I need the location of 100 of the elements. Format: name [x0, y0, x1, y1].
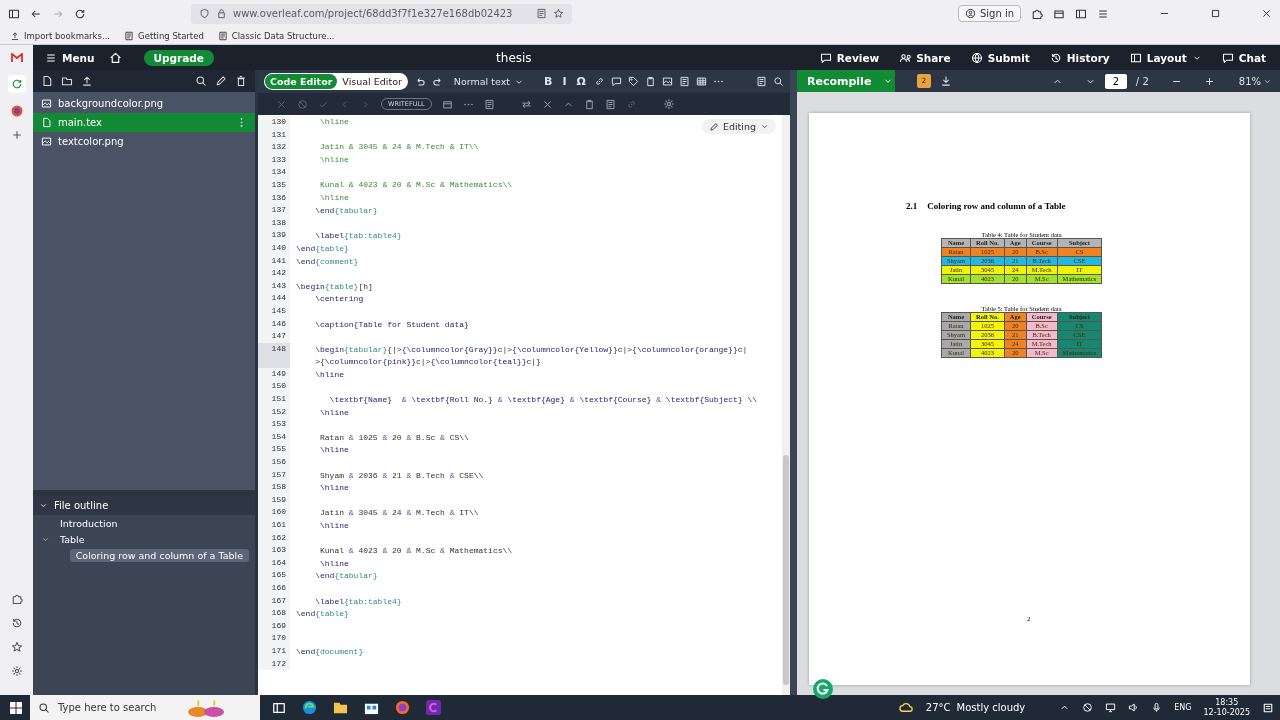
delete-icon[interactable]: [235, 75, 247, 87]
sidebar-icon[interactable]: [1075, 7, 1087, 20]
weather-text: Mostly cloudy: [956, 702, 1026, 713]
line-number: 153: [258, 418, 290, 431]
clock-time[interactable]: 18:35: [1215, 697, 1239, 708]
line-number: 142: [258, 267, 290, 280]
format-button[interactable]: Ω: [574, 75, 588, 88]
menu-icon[interactable]: [1097, 7, 1109, 20]
mail-icon[interactable]: [10, 53, 23, 63]
close-icon[interactable]: [1261, 8, 1272, 19]
bookmarks-icon[interactable]: [10, 641, 23, 653]
volume-icon[interactable]: [1128, 702, 1140, 713]
line-number: 137: [258, 204, 290, 217]
line-number: 144: [258, 292, 290, 305]
image-file-icon: [41, 136, 52, 147]
zoom-in-icon[interactable]: [1203, 75, 1215, 87]
zoom-dropdown[interactable]: 81%: [1238, 75, 1272, 87]
add-icon[interactable]: [10, 129, 23, 141]
line-number: 150: [258, 380, 290, 394]
task-view-icon[interactable]: [272, 700, 286, 715]
maximize-icon[interactable]: [1210, 8, 1221, 19]
outline-item[interactable]: Introduction: [54, 516, 124, 530]
upload-icon[interactable]: [81, 75, 93, 87]
menu-button[interactable]: Menu: [39, 51, 101, 64]
extensions-icon[interactable]: [1031, 7, 1043, 20]
download-icon[interactable]: [940, 75, 952, 87]
settings-icon[interactable]: [10, 665, 23, 677]
bookmark-star-icon[interactable]: [553, 8, 565, 19]
lamp-drawing: [186, 697, 226, 718]
file-tree-item[interactable]: backgroundcolor.png: [33, 94, 255, 113]
address-bar[interactable]: www.overleaf.com/project/68dd3f7f1e327e168db02423: [191, 3, 573, 24]
search-icon[interactable]: [773, 76, 784, 87]
header-action[interactable]: Layout: [1123, 51, 1208, 64]
extension-icon[interactable]: [10, 593, 23, 605]
home-icon[interactable]: [108, 51, 122, 64]
table-icon[interactable]: [695, 76, 707, 87]
swap-icon[interactable]: [520, 98, 532, 110]
text-style-dropdown[interactable]: Normal text: [453, 76, 524, 87]
new-folder-icon[interactable]: [61, 75, 73, 87]
sign-in-button[interactable]: Sign in: [957, 5, 1021, 22]
recorder-app-icon[interactable]: [426, 700, 441, 715]
code-line: Kunal & 4023 & 20 & M.Sc & Mathematics\\: [319, 178, 513, 191]
page-number-field[interactable]: 2: [1104, 73, 1127, 89]
outline-item[interactable]: Table: [54, 532, 91, 546]
format-button[interactable]: B: [542, 75, 555, 88]
search-input[interactable]: Type here to search: [58, 702, 178, 713]
image-icon[interactable]: [661, 76, 673, 87]
sidebar-toggle-icon[interactable]: [8, 7, 20, 20]
attachment-icon[interactable]: [644, 76, 656, 87]
search-icon[interactable]: [195, 75, 207, 87]
recompile-button[interactable]: Recompile: [797, 70, 895, 92]
taskbar-search-field[interactable]: Type here to search: [30, 695, 260, 720]
document-icon[interactable]: [483, 98, 495, 110]
scrollbar-thumb[interactable]: [783, 455, 789, 685]
network-icon[interactable]: [1105, 702, 1117, 713]
document-icon[interactable]: [678, 76, 690, 87]
tag-icon[interactable]: [627, 76, 639, 87]
editing-mode-dropdown[interactable]: Editing: [701, 119, 776, 134]
file-tree-item[interactable]: main.tex: [33, 113, 255, 132]
outline-item[interactable]: Coloring row and column of a Table: [69, 548, 249, 562]
header-action[interactable]: History: [1043, 51, 1116, 64]
settings-icon[interactable]: [662, 98, 675, 110]
outline-header[interactable]: File outline: [33, 495, 255, 515]
comment-icon[interactable]: [610, 76, 622, 87]
bookmark-link[interactable]: Classic Data Structure...: [231, 30, 335, 41]
reader-view-icon[interactable]: [536, 8, 548, 19]
code-line: \hline: [319, 153, 349, 166]
section-heading: Coloring row and column of a Table: [927, 201, 1066, 211]
reload-icon[interactable]: [74, 7, 86, 20]
clock-date[interactable]: 12-10-2025: [1203, 707, 1250, 718]
bookmark-link[interactable]: Import bookmarks...: [24, 30, 111, 41]
language-indicator[interactable]: ENG: [1174, 703, 1192, 712]
code-line: \end{document}: [295, 645, 365, 658]
clipboard-icon[interactable]: [583, 98, 595, 110]
browser-icon[interactable]: [10, 105, 23, 117]
new-file-icon[interactable]: [41, 75, 53, 87]
rename-icon[interactable]: [215, 75, 227, 87]
page-icon[interactable]: [604, 98, 616, 110]
editor-mode-tab[interactable]: Code Editor: [265, 74, 338, 89]
start-icon[interactable]: [10, 701, 22, 714]
code-line: \hline: [319, 444, 350, 457]
header-action[interactable]: Share: [893, 51, 957, 64]
line-number: 161: [258, 519, 290, 532]
bookmark-icon: [217, 30, 228, 41]
bookmark-panel-icon[interactable]: [756, 76, 767, 87]
link-icon[interactable]: [593, 76, 605, 87]
history-icon[interactable]: [10, 617, 23, 629]
file-tree-item[interactable]: textcolor.png: [33, 132, 255, 151]
bookmark-link[interactable]: Getting Started: [138, 30, 204, 41]
weather-icon[interactable]: [898, 700, 914, 715]
header-action[interactable]: Review: [813, 51, 886, 64]
browser-icon[interactable]: [302, 700, 317, 715]
header-action[interactable]: Chat: [1215, 51, 1272, 64]
format-button[interactable]: I: [560, 75, 569, 88]
header-action[interactable]: Submit: [964, 51, 1036, 64]
browser-icon[interactable]: [395, 700, 410, 715]
upgrade-button[interactable]: Upgrade: [143, 49, 214, 66]
microphone-icon[interactable]: [1151, 702, 1163, 713]
folder-icon[interactable]: [333, 700, 348, 715]
project-title: thesis: [496, 50, 532, 65]
